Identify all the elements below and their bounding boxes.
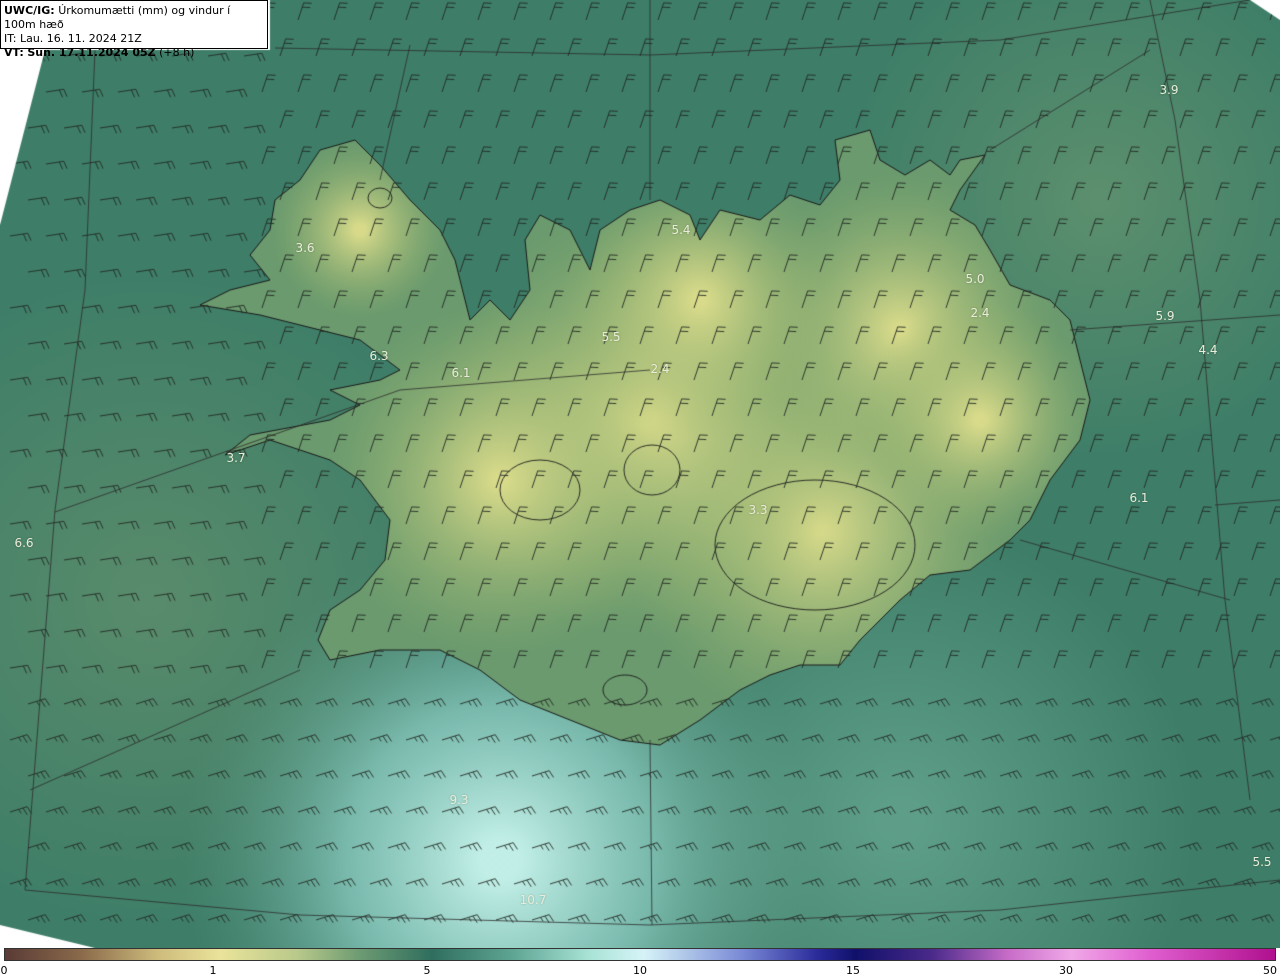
value-label: 5.5: [601, 330, 621, 344]
value-label: 2.4: [650, 362, 670, 376]
value-label: 5.5: [1252, 855, 1272, 869]
value-label: 4.4: [1198, 343, 1218, 357]
value-label: 3.9: [1159, 83, 1179, 97]
title-line: UWC/IG: Úrkomumætti (mm) og vindur í 100…: [4, 4, 264, 32]
map-info-box: UWC/IG: Úrkomumætti (mm) og vindur í 100…: [0, 0, 268, 59]
value-label: 9.3: [449, 793, 469, 807]
precipitation-map: [0, 0, 1280, 948]
colorbar-tick: 30: [1059, 964, 1073, 977]
init-time: IT: Lau. 16. 11. 2024 21Z: [4, 32, 142, 45]
valid-label: VT:: [4, 46, 24, 59]
value-label: 3.6: [295, 241, 315, 255]
valid-time-line: VT: Sun. 17.11.2024 05Z (+8 h): [4, 46, 264, 60]
value-label: 5.4: [671, 223, 691, 237]
value-label: 5.0: [965, 272, 985, 286]
value-label: 2.4: [970, 306, 990, 320]
colorbar-tick: 1: [209, 964, 217, 977]
value-label: 6.1: [1129, 491, 1149, 505]
value-label: 6.3: [369, 349, 389, 363]
value-label: 5.9: [1155, 309, 1175, 323]
value-label: 3.7: [226, 451, 246, 465]
lead-time: (+8 h): [159, 46, 195, 59]
valid-time: Sun. 17.11.2024 05Z: [27, 46, 156, 59]
colorbar-tick: 0: [0, 964, 8, 977]
colorbar-gradient: [4, 948, 1276, 961]
value-label: 6.6: [14, 536, 34, 550]
value-label: 10.7: [519, 893, 547, 907]
value-label: 6.1: [451, 366, 471, 380]
value-label: 3.3: [748, 503, 768, 517]
colorbar-tick: 15: [846, 964, 860, 977]
colorbar: 0 1 5 10 15 30 50: [0, 948, 1280, 978]
colorbar-tick: 5: [423, 964, 431, 977]
colorbar-tick: 50: [1263, 964, 1277, 977]
colorbar-tick: 10: [633, 964, 647, 977]
model-name: UWC/IG:: [4, 4, 55, 17]
